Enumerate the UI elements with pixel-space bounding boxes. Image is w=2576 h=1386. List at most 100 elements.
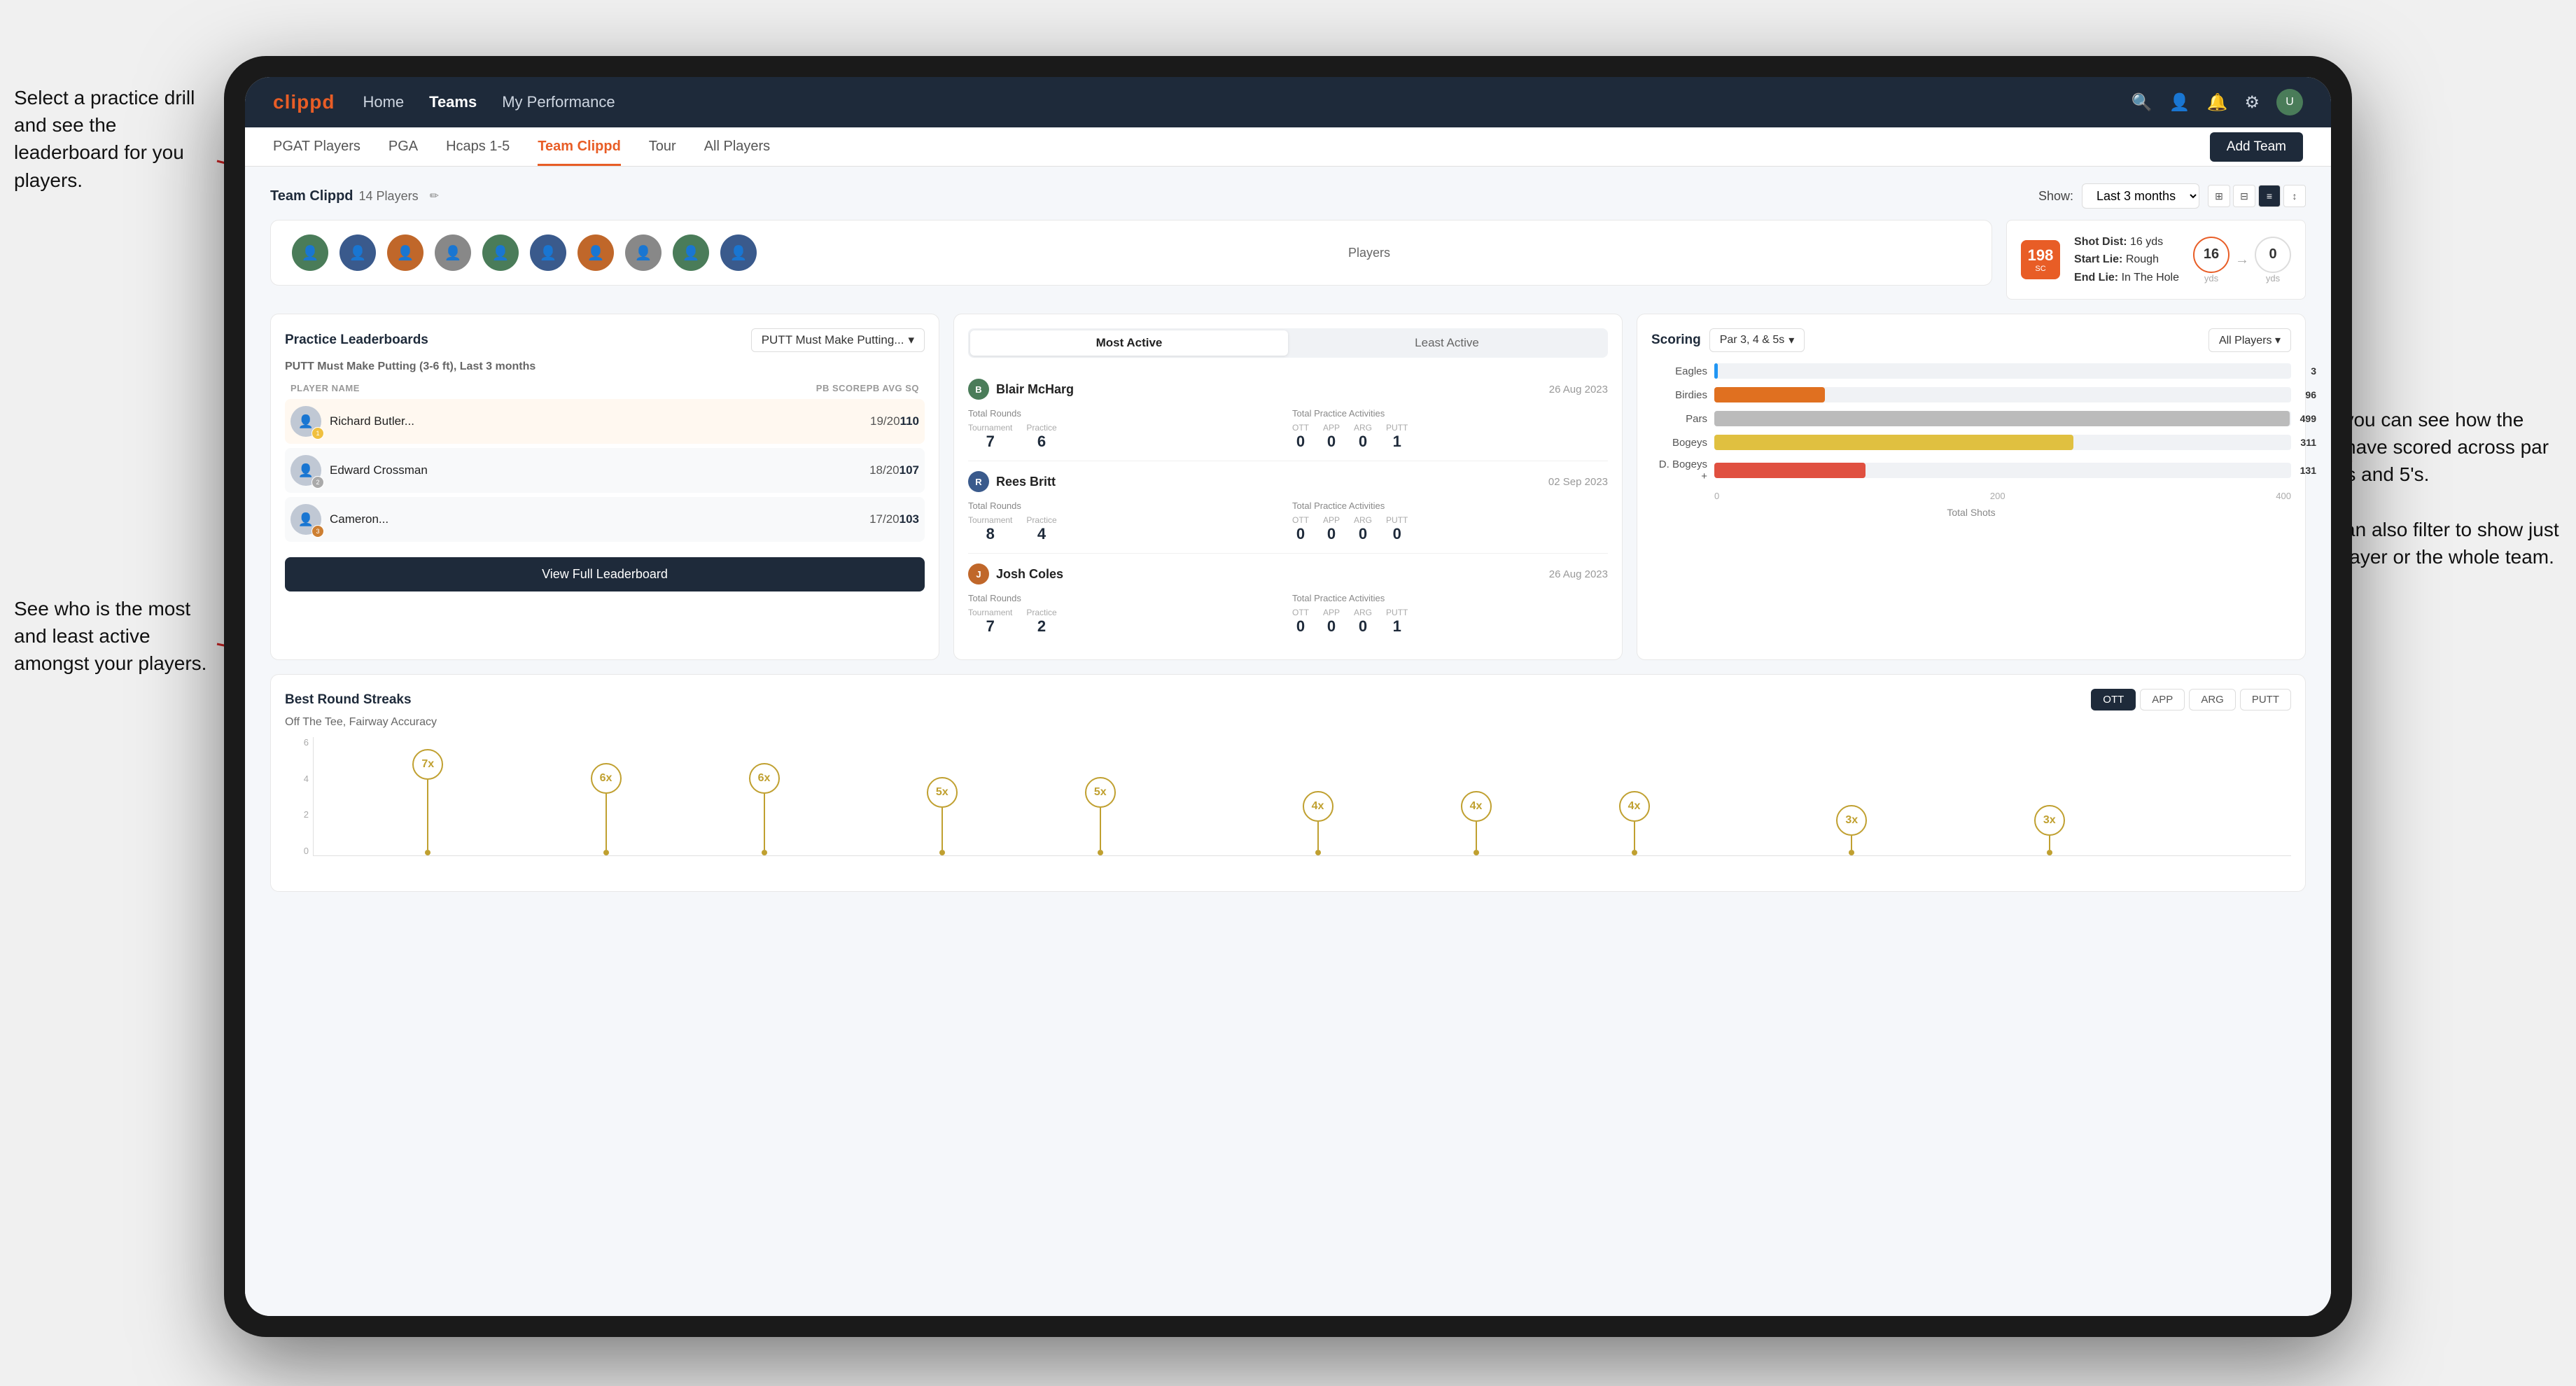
player-3-practice: Practice 2 (1026, 608, 1056, 636)
player-1-tournament: Tournament 7 (968, 423, 1012, 451)
shot-dist-label: Shot Dist: (2074, 236, 2127, 248)
player-avatar-10[interactable]: 👤 (720, 234, 757, 271)
player-2-activities-group: Total Practice Activities OTT 0 APP 0 (1292, 500, 1608, 543)
settings-icon[interactable]: ⚙ (2244, 92, 2260, 113)
dropdown-chevron: ▾ (908, 333, 914, 347)
activity-player-1: B Blair McHarg 26 Aug 2023 Total Rounds … (968, 369, 1608, 461)
streak-line (764, 794, 765, 850)
player-3-activities-group: Total Practice Activities OTT 0 APP 0 (1292, 593, 1608, 636)
subnav-all-players[interactable]: All Players (704, 127, 770, 166)
lb-row-2[interactable]: 👤 2 Edward Crossman 18/20 107 (285, 448, 925, 493)
player-3-app: APP 0 (1323, 608, 1340, 636)
bar-value: 499 (2300, 413, 2316, 424)
player-avatar-4[interactable]: 👤 (435, 234, 471, 271)
drill-dropdown[interactable]: PUTT Must Make Putting... ▾ (751, 328, 925, 352)
nav-teams[interactable]: Teams (429, 93, 477, 111)
player-3-header: J Josh Coles 26 Aug 2023 (968, 564, 1608, 584)
lb-row-1[interactable]: 👤 1 Richard Butler... 19/20 110 (285, 399, 925, 444)
player-1-name: Blair McHarg (996, 382, 1074, 397)
tab-most-active[interactable]: Most Active (970, 330, 1288, 356)
show-control: Show: Last 3 months ⊞ ⊟ ≡ ↕ (2038, 183, 2306, 209)
streak-dot (425, 850, 430, 855)
annotation-top-left: Select a practice drill and see the lead… (14, 84, 210, 194)
shot-divider: → (2235, 252, 2249, 268)
player-1-arg: ARG 0 (1354, 423, 1372, 451)
par-filter-chevron: ▾ (1788, 333, 1794, 347)
grid-small-view[interactable]: ⊟ (2233, 185, 2255, 207)
y-label-4: 4 (304, 774, 309, 784)
bar-row-pars: Pars 499 (1651, 411, 2291, 426)
end-lie-value: In The Hole (2122, 272, 2179, 284)
player-avatar-3[interactable]: 👤 (387, 234, 424, 271)
bell-icon[interactable]: 🔔 (2207, 92, 2228, 113)
subnav-pga[interactable]: PGA (388, 127, 418, 166)
view-full-leaderboard-button[interactable]: View Full Leaderboard (285, 557, 925, 592)
player-avatar-1[interactable]: 👤 (292, 234, 328, 271)
users-icon[interactable]: 👤 (2169, 92, 2190, 113)
bar-row-birdies: Birdies 96 (1651, 387, 2291, 402)
shot-panel: 198 SC Shot Dist: 16 yds Start Lie: Roug… (2006, 220, 2306, 300)
player-2-ott: OTT 0 (1292, 515, 1309, 543)
subnav-hcaps[interactable]: Hcaps 1-5 (446, 127, 510, 166)
subnav-team-clippd[interactable]: Team Clippd (538, 127, 621, 166)
player-1-activities-title: Total Practice Activities (1292, 408, 1608, 419)
nav-home[interactable]: Home (363, 93, 404, 111)
shot-badge-unit: SC (2035, 265, 2045, 273)
player-1-name-row: B Blair McHarg (968, 379, 1074, 400)
bar-value: 311 (2300, 437, 2316, 448)
filter-putt[interactable]: PUTT (2240, 689, 2291, 710)
par-filter-button[interactable]: Par 3, 4 & 5s ▾ (1709, 328, 1805, 352)
lb-avatar-3: 👤 3 (290, 504, 321, 535)
streaks-area: 7x 6x 6x 5x 5x 4x 4x 4x (313, 737, 2291, 856)
player-avatar-6[interactable]: 👤 (530, 234, 566, 271)
activity-player-2: R Rees Britt 02 Sep 2023 Total Rounds To… (968, 461, 1608, 554)
subnav-tour[interactable]: Tour (649, 127, 676, 166)
streak-dot (1098, 850, 1103, 855)
add-team-button[interactable]: Add Team (2210, 132, 2303, 162)
lb-row-3[interactable]: 👤 3 Cameron... 17/20 103 (285, 497, 925, 542)
tablet-screen: clippd Home Teams My Performance 🔍 👤 🔔 ⚙… (245, 77, 2331, 1316)
tab-least-active[interactable]: Least Active (1288, 330, 1606, 356)
lb-score-2: 18/20 (869, 463, 899, 477)
filter-ott[interactable]: OTT (2091, 689, 2136, 710)
medal-silver: 2 (312, 476, 324, 489)
leaderboard-title: Practice Leaderboards (285, 332, 428, 348)
player-1-practice: Practice 6 (1026, 423, 1056, 451)
filter-arg[interactable]: ARG (2189, 689, 2236, 710)
user-avatar[interactable]: U (2276, 89, 2303, 115)
player-avatar-9[interactable]: 👤 (673, 234, 709, 271)
streak-bubble: 6x (749, 763, 780, 794)
player-2-rounds-values: Tournament 8 Practice 4 (968, 515, 1284, 543)
players-label: Players (768, 246, 1970, 260)
nav-links: Home Teams My Performance (363, 93, 2103, 111)
streak-bubble: 5x (927, 777, 958, 808)
player-2-date: 02 Sep 2023 (1548, 476, 1608, 488)
filter-app[interactable]: APP (2140, 689, 2185, 710)
player-2-practice: Practice 4 (1026, 515, 1056, 543)
streak-line (941, 808, 943, 850)
bar-track: 96 (1714, 387, 2291, 402)
player-filter-button[interactable]: All Players ▾ (2208, 328, 2291, 352)
grid-large-view[interactable]: ⊞ (2208, 185, 2230, 207)
edit-icon[interactable]: ✏ (430, 189, 439, 203)
player-3-name-row: J Josh Coles (968, 564, 1063, 584)
subnav-pgat[interactable]: PGAT Players (273, 127, 360, 166)
sort-view[interactable]: ↕ (2283, 185, 2306, 207)
show-dropdown[interactable]: Last 3 months (2082, 183, 2199, 209)
bar-track: 499 (1714, 411, 2291, 426)
lb-avatar-1: 👤 1 (290, 406, 321, 437)
scoring-title: Scoring (1651, 332, 1701, 348)
bar-label: D. Bogeys + (1651, 458, 1707, 482)
streak-dot (939, 850, 945, 855)
bar-label: Pars (1651, 413, 1707, 425)
lb-score-3: 17/20 (869, 512, 899, 526)
player-avatar-8[interactable]: 👤 (625, 234, 662, 271)
team-header: Team Clippd 14 Players ✏ Show: Last 3 mo… (270, 183, 2306, 209)
list-view[interactable]: ≡ (2258, 185, 2281, 207)
nav-my-performance[interactable]: My Performance (502, 93, 615, 111)
search-icon[interactable]: 🔍 (2132, 92, 2152, 113)
player-avatar-5[interactable]: 👤 (482, 234, 519, 271)
lb-player-3: 👤 3 Cameron... (290, 504, 869, 535)
player-avatar-2[interactable]: 👤 (340, 234, 376, 271)
player-avatar-7[interactable]: 👤 (578, 234, 614, 271)
